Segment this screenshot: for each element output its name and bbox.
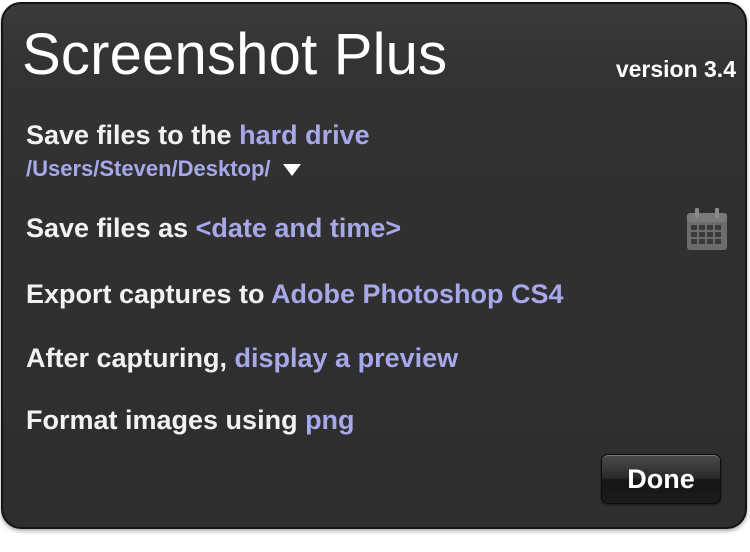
calendar-icon[interactable]	[686, 207, 728, 251]
save-location-row: Save files to the hard drive	[26, 118, 370, 152]
save-location-link[interactable]: hard drive	[239, 120, 370, 150]
screenshot-plus-widget: Screenshot Plus version 3.4 Save files t…	[1, 2, 747, 529]
format-row: Format images using png	[26, 403, 355, 437]
export-row: Export captures to Adobe Photoshop CS4	[26, 277, 564, 311]
after-capture-label: After capturing,	[26, 343, 235, 373]
version-label: version 3.4	[615, 56, 736, 82]
after-capture-row: After capturing, display a preview	[26, 341, 458, 375]
export-app-link[interactable]: Adobe Photoshop CS4	[271, 279, 564, 309]
format-link[interactable]: png	[305, 405, 354, 435]
save-location-label: Save files to the	[26, 120, 240, 150]
save-path-text: /Users/Steven/Desktop/	[26, 156, 271, 181]
file-name-row: Save files as <date and time>	[26, 211, 401, 245]
export-label: Export captures to	[26, 279, 272, 309]
file-name-label: Save files as	[26, 213, 196, 243]
triangle-down-icon	[282, 164, 301, 176]
done-button[interactable]: Done	[601, 454, 721, 504]
app-title: Screenshot Plus	[22, 22, 448, 87]
file-name-link[interactable]: <date and time>	[196, 213, 402, 243]
save-path-dropdown[interactable]: /Users/Steven/Desktop/	[26, 154, 301, 184]
after-capture-link[interactable]: display a preview	[235, 343, 459, 373]
format-label: Format images using	[26, 405, 306, 435]
